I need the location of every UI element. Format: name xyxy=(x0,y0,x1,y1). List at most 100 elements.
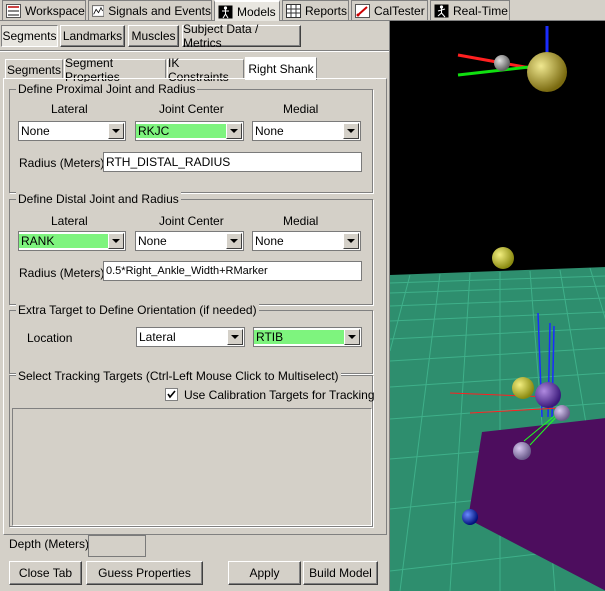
tab-label: Landmarks xyxy=(62,29,123,43)
tab-label: Muscles xyxy=(131,29,176,43)
calibration-targets-checkbox[interactable] xyxy=(165,388,178,401)
extra-target-select[interactable]: RTIB xyxy=(253,327,362,347)
tab-segments-list[interactable]: Segments xyxy=(5,59,63,79)
tab-label: Segments xyxy=(2,29,57,43)
guess-properties-button[interactable]: Guess Properties xyxy=(86,561,203,585)
selected-value: None xyxy=(255,234,284,248)
segments-panel: Segments Landmarks Muscles Subject Data … xyxy=(0,21,389,591)
proximal-lateral-select[interactable]: None xyxy=(18,121,126,141)
tab-right-shank[interactable]: Right Shank xyxy=(245,57,317,80)
lateral-header: Lateral xyxy=(51,214,88,228)
tab-label: Segments xyxy=(6,62,62,77)
location-select[interactable]: Lateral xyxy=(136,327,245,347)
proximal-joint-center-select[interactable]: RKJC xyxy=(135,121,244,141)
extra-target-group: Extra Target to Define Orientation (if n… xyxy=(9,303,373,374)
button-label: Close Tab xyxy=(18,566,73,580)
tracking-targets-group-title: Select Tracking Targets (Ctrl-Left Mouse… xyxy=(16,369,341,383)
tab-reports[interactable]: Reports xyxy=(282,0,349,20)
marker-rtib xyxy=(512,377,534,399)
checkmark-icon xyxy=(167,390,176,399)
marker-mid xyxy=(492,247,514,269)
marker-ankle xyxy=(535,382,561,408)
tab-ik-constraints[interactable]: IK Constraints xyxy=(167,56,244,84)
chevron-down-icon[interactable] xyxy=(226,233,242,249)
close-tab-button[interactable]: Close Tab xyxy=(9,561,82,585)
extra-target-group-title: Extra Target to Define Orientation (if n… xyxy=(16,303,259,317)
proximal-medial-select[interactable]: None xyxy=(252,121,361,141)
3d-scene[interactable] xyxy=(390,21,605,591)
model-skeleton-icon xyxy=(218,5,233,18)
chevron-down-icon[interactable] xyxy=(344,329,360,345)
chevron-down-icon[interactable] xyxy=(343,123,359,139)
distal-lateral-select[interactable]: RANK xyxy=(18,231,126,251)
location-label: Location xyxy=(27,331,73,345)
chevron-down-icon[interactable] xyxy=(108,233,124,249)
joint-center-header: Joint Center xyxy=(159,102,224,116)
calibration-targets-label[interactable]: Use Calibration Targets for Tracking xyxy=(184,388,375,402)
tab-muscles[interactable]: Muscles xyxy=(128,25,179,47)
tab-workspace[interactable]: Workspace xyxy=(2,0,86,20)
tab-label: Models xyxy=(237,4,276,19)
button-label: Apply xyxy=(249,566,280,580)
proximal-radius-input[interactable]: RTH_DISTAL_RADIUS xyxy=(103,152,362,172)
3d-viewport[interactable] xyxy=(389,21,605,591)
chevron-down-icon[interactable] xyxy=(227,329,243,345)
tab-label: Workspace xyxy=(25,3,85,18)
depth-label: Depth (Meters): xyxy=(9,537,93,551)
tab-label: Real-Time xyxy=(453,3,508,18)
proximal-group: Define Proximal Joint and Radius Lateral… xyxy=(9,82,373,193)
medial-header: Medial xyxy=(283,214,319,228)
tab-subject-data-metrics[interactable]: Subject Data / Metrics xyxy=(182,22,301,50)
tab-label: Reports xyxy=(305,3,348,18)
tab-real-time[interactable]: Real-Time xyxy=(430,0,510,20)
button-label: Guess Properties xyxy=(98,566,191,580)
tab-caltester[interactable]: CalTester xyxy=(351,0,428,20)
selected-value: None xyxy=(138,234,167,248)
selected-value: None xyxy=(21,124,50,138)
lateral-header: Lateral xyxy=(51,102,88,116)
distal-radius-input[interactable]: 0.5*Right_Ankle_Width+RMarker xyxy=(103,261,362,281)
signal-chart-icon xyxy=(92,4,105,17)
build-model-button[interactable]: Build Model xyxy=(303,561,378,585)
selected-value: RKJC xyxy=(136,124,226,138)
tab-signals-and-events[interactable]: Signals and Events xyxy=(88,0,212,20)
marker-ankle-medial xyxy=(554,405,570,421)
radius-label: Radius (Meters) xyxy=(19,156,105,170)
selected-value: None xyxy=(255,124,284,138)
marker-heel xyxy=(513,442,531,460)
distal-joint-center-select[interactable]: None xyxy=(135,231,244,251)
real-time-icon xyxy=(434,4,449,17)
tab-segments[interactable]: Segments xyxy=(1,25,58,47)
marker-small-top xyxy=(494,55,510,71)
distal-group: Define Distal Joint and Radius Lateral J… xyxy=(9,192,373,305)
tab-label: CalTester xyxy=(374,3,425,18)
app-tab-strip: Workspace Signals and Events Models Repo… xyxy=(0,0,605,21)
distal-group-title: Define Distal Joint and Radius xyxy=(16,192,181,206)
proximal-group-title: Define Proximal Joint and Radius xyxy=(16,82,198,96)
joint-center-header: Joint Center xyxy=(159,214,224,228)
selected-value: RTIB xyxy=(254,330,344,344)
tab-models[interactable]: Models xyxy=(214,0,280,21)
apply-button[interactable]: Apply xyxy=(228,561,301,585)
chevron-down-icon[interactable] xyxy=(108,123,124,139)
tab-label: Subject Data / Metrics xyxy=(183,22,259,50)
tab-label: Right Shank xyxy=(248,62,314,76)
chevron-down-icon[interactable] xyxy=(343,233,359,249)
medial-header: Medial xyxy=(283,102,319,116)
tab-segment-properties[interactable]: Segment Properties xyxy=(64,56,166,84)
selected-value: Lateral xyxy=(139,330,176,344)
caltester-icon xyxy=(355,3,370,18)
selected-value: RANK xyxy=(19,234,108,248)
marker-blue xyxy=(462,509,478,525)
distal-medial-select[interactable]: None xyxy=(252,231,361,251)
tracking-targets-list[interactable] xyxy=(12,408,372,526)
joint-center-sphere xyxy=(527,52,567,92)
tab-landmarks[interactable]: Landmarks xyxy=(60,25,125,47)
depth-input[interactable] xyxy=(88,535,146,557)
button-label: Build Model xyxy=(309,566,372,580)
report-grid-icon xyxy=(286,3,301,18)
chevron-down-icon[interactable] xyxy=(226,123,242,139)
tracking-targets-group: Select Tracking Targets (Ctrl-Left Mouse… xyxy=(9,369,375,527)
divider xyxy=(0,50,389,52)
radius-label: Radius (Meters) xyxy=(19,266,105,280)
